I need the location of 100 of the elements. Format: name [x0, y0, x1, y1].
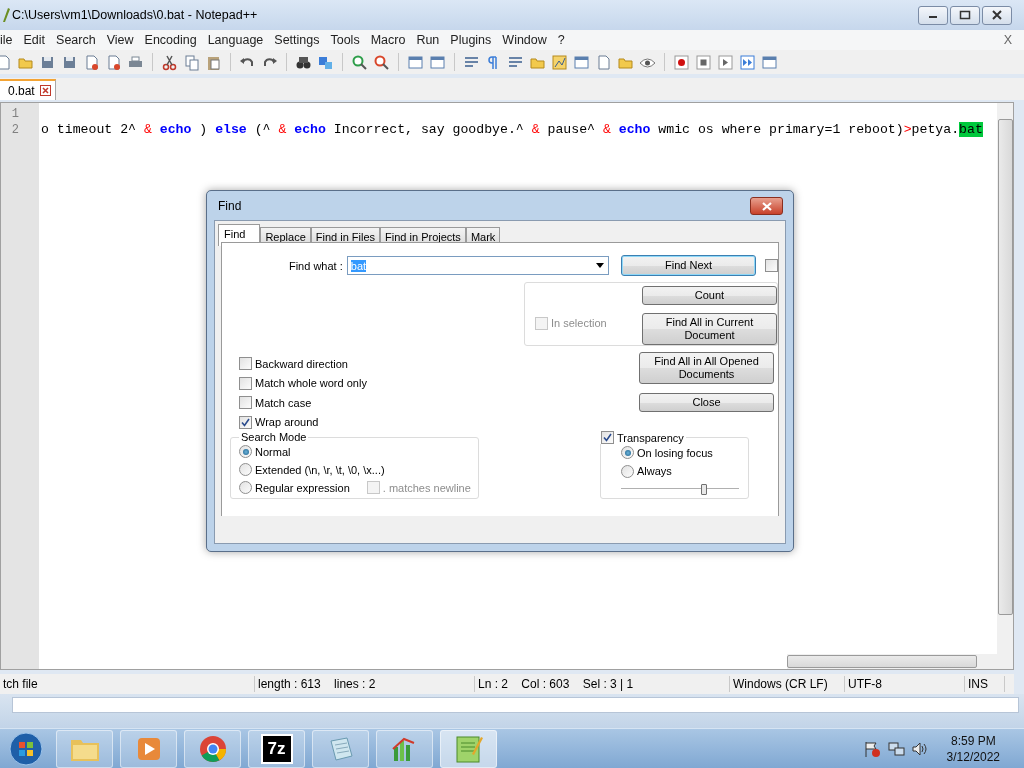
- close-icon[interactable]: [39, 85, 51, 96]
- taskbar-button[interactable]: [312, 730, 369, 768]
- close-all-icon[interactable]: [105, 53, 122, 71]
- dialog-title: Find: [218, 199, 242, 213]
- group-title: Search Mode: [241, 431, 307, 443]
- taskbar-button[interactable]: [440, 730, 497, 768]
- radio-label: Always: [637, 465, 672, 478]
- chart-icon[interactable]: [551, 53, 568, 71]
- notepad-plus-icon: [453, 734, 484, 764]
- clock-date[interactable]: 3/12/2022: [946, 749, 1000, 765]
- network-icon[interactable]: [886, 740, 905, 758]
- scissors-icon[interactable]: [161, 53, 178, 71]
- close-button[interactable]: [750, 197, 783, 215]
- close-icon: [992, 10, 1002, 20]
- menu-item[interactable]: Window: [502, 33, 553, 47]
- menu-item[interactable]: Macro: [370, 33, 412, 47]
- menu-item[interactable]: ?: [557, 33, 571, 47]
- copy-icon[interactable]: [183, 53, 200, 71]
- checkbox[interactable]: [239, 357, 252, 371]
- record-icon[interactable]: [673, 53, 690, 71]
- document-icon[interactable]: [595, 53, 612, 71]
- status-text: tch file: [0, 676, 255, 692]
- radio-button[interactable]: [239, 481, 252, 494]
- close-icon: [761, 201, 772, 211]
- radio-button[interactable]: [621, 464, 634, 478]
- new-file-icon[interactable]: [0, 53, 12, 71]
- transparency-slider[interactable]: [621, 484, 739, 493]
- checkbox[interactable]: [601, 431, 614, 444]
- window-icon[interactable]: [429, 53, 446, 71]
- radio-button[interactable]: [239, 463, 252, 476]
- window-title: C:\Users\vm1\Downloads\0.bat - Notepad++: [12, 8, 259, 22]
- status-text: UTF-8: [845, 676, 965, 692]
- radio-label: Normal: [255, 445, 291, 458]
- checkbox-label: Transparency: [617, 431, 684, 444]
- minimize-button[interactable]: [918, 5, 948, 25]
- line-number: 2: [10, 122, 20, 138]
- stop-icon[interactable]: [695, 53, 712, 71]
- checkbox-label: In selection: [551, 317, 607, 329]
- clock-time[interactable]: 8:59 PM: [950, 733, 996, 749]
- close-button[interactable]: [982, 5, 1012, 25]
- window-icon[interactable]: [407, 53, 424, 71]
- menu-item[interactable]: Settings: [274, 33, 326, 47]
- checkbox[interactable]: [765, 259, 778, 272]
- radio-label: On losing focus: [637, 446, 713, 459]
- line-number: 1: [10, 106, 20, 122]
- caret-icon[interactable]: [596, 263, 605, 268]
- find-next-button[interactable]: Find Next: [621, 255, 756, 276]
- checkbox-label: Wrap around: [255, 416, 319, 429]
- menu-item[interactable]: Edit: [23, 33, 52, 47]
- taskbar-button[interactable]: [376, 730, 433, 768]
- restore-icon: [959, 10, 971, 20]
- checkbox[interactable]: [239, 376, 252, 390]
- menu-item[interactable]: Run: [416, 33, 446, 47]
- zoom-out-icon[interactable]: [373, 53, 390, 71]
- menu-item[interactable]: Encoding: [144, 33, 203, 47]
- status-text: Ln : 2 Col : 603 Sel : 3 | 1: [475, 676, 730, 692]
- radio-label: Extended (\n, \r, \t, \0, \x...): [255, 463, 385, 476]
- close-document-button[interactable]: X: [1003, 33, 1012, 47]
- checkbox[interactable]: [239, 415, 252, 429]
- checkbox-label: Backward direction: [255, 357, 348, 370]
- status-text: Windows (CR LF): [730, 676, 845, 692]
- window-icon[interactable]: [573, 53, 590, 71]
- play-icon: [135, 736, 162, 762]
- menu-item[interactable]: View: [106, 33, 140, 47]
- radio-button[interactable]: [239, 445, 252, 458]
- play-icon[interactable]: [717, 53, 734, 71]
- close-dialog-button[interactable]: Close: [639, 393, 774, 412]
- fast-forward-icon[interactable]: [739, 53, 756, 71]
- menu-item[interactable]: Search: [56, 33, 102, 47]
- code-line: o timeout 2^ & echo ) else (^ & echo Incorrect, say goodbye.^ & pause^ & echo wmic os where primary=1 reboot)>petya.bat: [41, 122, 984, 138]
- start-button[interactable]: [6, 731, 46, 767]
- browser-icon: [198, 735, 227, 763]
- find-all-opened-button[interactable]: Find All in All Opened Documents: [639, 352, 774, 384]
- slider-thumb[interactable]: [700, 484, 707, 495]
- field-label: Find what :: [287, 259, 343, 272]
- vertical-scrollbar[interactable]: [997, 103, 1013, 669]
- taskbar-button[interactable]: [184, 730, 241, 768]
- menu-item[interactable]: ile: [0, 33, 19, 47]
- horizontal-scrollbar[interactable]: [787, 654, 997, 669]
- status-text: length : 613 lines : 2: [255, 676, 475, 692]
- close-file-icon[interactable]: [83, 53, 100, 71]
- checkbox-label: Match case: [255, 396, 312, 409]
- taskbar-button[interactable]: [120, 730, 177, 768]
- checkbox[interactable]: [239, 396, 252, 410]
- find-all-current-button[interactable]: Find All in Current Document: [642, 313, 777, 345]
- restore-button[interactable]: [950, 5, 980, 25]
- archive-icon: 7z: [260, 734, 293, 764]
- count-button[interactable]: Count: [642, 286, 777, 305]
- menu-item[interactable]: Tools: [330, 33, 366, 47]
- radio-button[interactable]: [621, 446, 634, 460]
- zoom-in-icon[interactable]: [351, 53, 368, 71]
- status-text: INS: [965, 676, 1005, 692]
- taskbar-button[interactable]: 7z: [248, 730, 305, 768]
- menu-item[interactable]: Language: [207, 33, 270, 47]
- flag-icon[interactable]: [862, 740, 881, 758]
- radio-label: Regular expression: [255, 481, 350, 494]
- document-tab[interactable]: 0.bat: [0, 79, 56, 100]
- speaker-icon[interactable]: [910, 740, 929, 758]
- menu-item[interactable]: Plugins: [450, 33, 498, 47]
- window-icon[interactable]: [761, 53, 778, 71]
